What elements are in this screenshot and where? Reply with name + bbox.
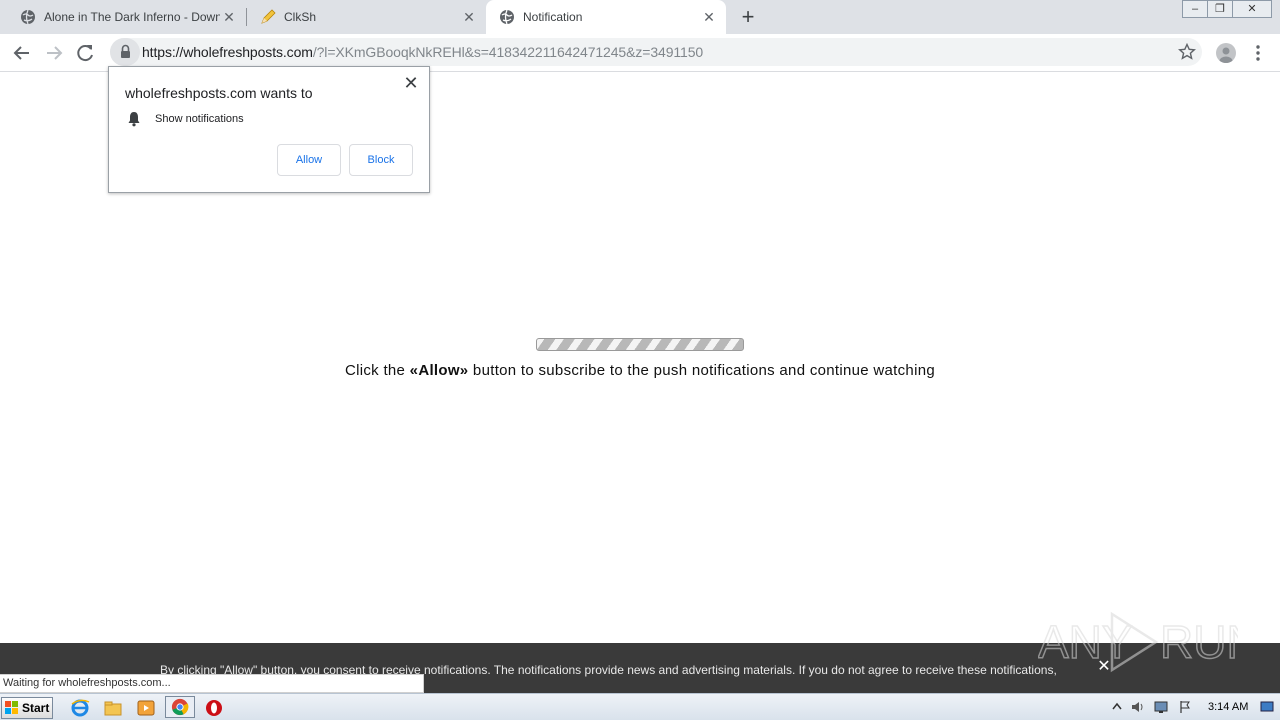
url-host: https://wholefreshposts.com (142, 44, 313, 60)
status-bubble: Waiting for wholefreshposts.com... (0, 674, 424, 693)
site-info-button[interactable] (110, 38, 140, 66)
permission-heading: wholefreshposts.com wants to (125, 85, 313, 101)
folder-icon[interactable] (103, 698, 123, 718)
browser-window: Alone in The Dark Inferno - Downloa ✕ Cl… (0, 0, 1280, 720)
tab-notification[interactable]: Notification ✕ (486, 0, 726, 34)
lock-icon (121, 44, 130, 58)
person-icon (1219, 47, 1233, 63)
close-icon[interactable]: ✕ (403, 74, 419, 92)
taskbar: Start 3:14 AM (0, 693, 1280, 720)
block-button[interactable]: Block (349, 144, 413, 176)
windows-logo-icon (5, 701, 18, 714)
tab-title: ClkSh (284, 10, 317, 24)
notification-permission-popup: wholefreshposts.com wants to ✕ Show noti… (108, 66, 430, 193)
tab-alone-in-the-dark[interactable]: Alone in The Dark Inferno - Downloa ✕ (0, 0, 246, 34)
volume-icon[interactable] (1130, 700, 1144, 714)
start-button[interactable]: Start (1, 697, 53, 719)
show-desktop-icon[interactable] (1260, 700, 1274, 714)
restore-button[interactable]: ❐ (1207, 0, 1233, 18)
clock: 3:14 AM (1208, 701, 1249, 713)
svg-text:RUN: RUN (1160, 616, 1238, 668)
message-prefix: Click the (344, 362, 410, 379)
new-tab-button[interactable]: + (738, 6, 758, 28)
chrome-taskbar-button[interactable] (165, 696, 195, 718)
action-center-flag-icon[interactable] (1178, 700, 1192, 714)
close-icon[interactable]: ✕ (702, 10, 716, 24)
back-arrow-icon[interactable] (10, 42, 34, 64)
tab-strip: Alone in The Dark Inferno - Downloa ✕ Cl… (0, 0, 1280, 34)
bookmark-star-icon[interactable] (1178, 43, 1196, 61)
network-icon[interactable] (1154, 700, 1168, 714)
globe-icon (500, 9, 514, 25)
url-text: https://wholefreshposts.com/?l=XKmGBooqk… (142, 44, 703, 60)
kebab-menu-icon[interactable] (1250, 43, 1266, 63)
opera-icon[interactable] (204, 698, 224, 718)
tray-overflow-icon[interactable] (1110, 700, 1124, 714)
message-suffix: button to subscribe to the push notifica… (468, 362, 935, 379)
permission-label: Show notifications (155, 113, 244, 125)
close-window-button[interactable]: ✕ (1232, 0, 1272, 18)
tab-title: Alone in The Dark Inferno - Downloa (44, 10, 220, 24)
close-icon[interactable]: ✕ (222, 10, 236, 24)
loading-progress-bar (536, 338, 744, 351)
tab-clksh[interactable]: ClkSh ✕ (240, 0, 486, 34)
start-label: Start (22, 701, 50, 715)
address-bar[interactable]: https://wholefreshposts.com/?l=XKmGBooqk… (110, 38, 1202, 66)
page-message: Click the «Allow» button to subscribe to… (0, 362, 1280, 379)
forward-arrow-icon[interactable] (42, 42, 66, 64)
globe-icon (21, 9, 35, 25)
allow-button[interactable]: Allow (277, 144, 341, 176)
chrome-icon (171, 698, 189, 716)
permission-row: Show notifications (127, 111, 244, 127)
profile-avatar[interactable] (1216, 43, 1236, 63)
url-path: /?l=XKmGBooqkNkREHl&s=418342211642471245… (312, 44, 704, 60)
close-icon[interactable]: ✕ (462, 10, 476, 24)
pencil-icon (261, 9, 276, 24)
internet-explorer-icon[interactable] (70, 698, 90, 718)
bell-icon (128, 112, 140, 127)
anyrun-watermark-logo: ANY RUN (1038, 611, 1238, 673)
minimize-button[interactable]: – (1182, 0, 1208, 18)
tab-title: Notification (523, 10, 583, 24)
media-player-icon[interactable] (136, 698, 156, 718)
watermark-text: ANY (1038, 616, 1133, 668)
reload-icon[interactable] (74, 42, 98, 64)
message-allow: «Allow» (409, 362, 469, 379)
window-controls: – ❐ ✕ (1182, 0, 1272, 18)
